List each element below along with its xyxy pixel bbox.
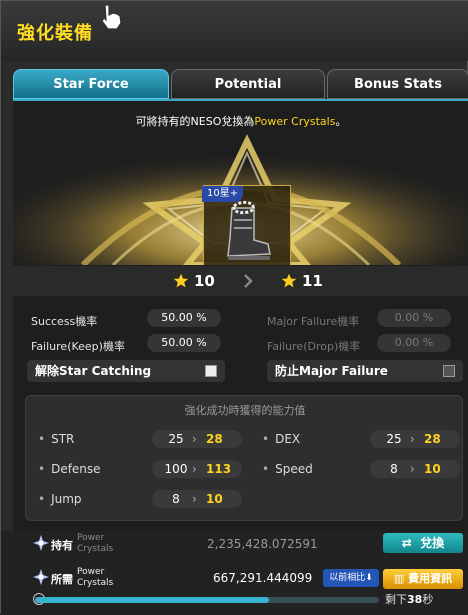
stat-value-defense: 100 › 113 — [152, 460, 242, 478]
exchange-notice: 可將持有的NESO兌換為Power Crystals。 — [135, 115, 347, 128]
stat-value-dex: 25 › 28 — [370, 430, 460, 448]
tab-bar: Star Force Potential Bonus Stats — [13, 69, 468, 99]
required-value: 667,291.444099 — [213, 571, 313, 585]
tab-star-force[interactable]: Star Force — [13, 69, 169, 99]
tab-potential[interactable]: Potential — [171, 69, 325, 99]
owned-unit-line2: Crystals — [77, 544, 114, 554]
time-remaining: 剩下38秒 — [385, 593, 434, 606]
chart-icon: ▥ — [393, 572, 409, 585]
stat-name-dex: DEX — [262, 432, 300, 446]
window-title: 強化裝備 — [17, 23, 93, 44]
owned-unit-line1: Power — [77, 533, 105, 543]
swap-icon: ⇄ — [401, 536, 421, 550]
star-catch-checkbox[interactable] — [205, 365, 217, 377]
stat-value-str: 25 › 28 — [152, 430, 242, 448]
crystal-icon — [33, 535, 49, 551]
prevent-major-failure-checkbox[interactable] — [443, 365, 455, 377]
chevron-right-icon — [244, 274, 253, 288]
exchange-button[interactable]: ⇄ 兌換 — [383, 533, 463, 553]
required-unit-line2: Crystals — [77, 578, 114, 588]
failure-keep-rate-value: 50.00 % — [147, 334, 221, 352]
enhance-window: 強化裝備 Star Force Potential Bonus Stats 可將… — [0, 0, 468, 615]
stat-name-speed: Speed — [262, 462, 313, 476]
hand-cursor-icon — [101, 4, 122, 30]
star-emblem-area: 10星+ — [13, 131, 468, 265]
time-progress-fill — [35, 597, 269, 603]
required-label: 所需 — [51, 573, 73, 586]
fee-info-button[interactable]: ▥ 費用資訊 — [383, 569, 463, 589]
crystal-icon — [33, 569, 49, 585]
stat-value-speed: 8 › 10 — [370, 460, 460, 478]
required-crystals-row: 所需 Power Crystals 667,291.444099 以前相比⬇ ▥… — [1, 563, 468, 591]
failure-drop-rate-value: 0.00 % — [377, 334, 451, 352]
success-rate-label: Success機率 — [31, 315, 98, 328]
compare-previous-button[interactable]: 以前相比⬇ — [323, 569, 379, 587]
required-unit-line1: Power — [77, 567, 105, 577]
star-force-panel: 可將持有的NESO兌換為Power Crystals。 10星+ 10 11 S… — [13, 101, 468, 531]
success-rate-value: 50.00 % — [147, 309, 221, 327]
prevent-major-failure-toggle[interactable]: 防止Major Failure — [267, 360, 463, 382]
prevent-major-failure-label: 防止Major Failure — [275, 364, 388, 378]
stat-gain-panel: 強化成功時獲得的能力值 STR 25›28 DEX 25›28 Defense … — [25, 395, 463, 521]
stat-name-jump: Jump — [38, 492, 81, 506]
star-catch-toggle[interactable]: 解除Star Catching — [27, 360, 225, 382]
stat-gain-header: 強化成功時獲得的能力值 — [184, 404, 306, 417]
arrow-down-icon: ⬇ — [365, 573, 373, 583]
owned-label: 持有 — [51, 539, 73, 552]
star-icon — [281, 273, 297, 288]
star-catch-label: 解除Star Catching — [35, 364, 152, 378]
major-failure-rate-label: Major Failure機率 — [267, 315, 360, 328]
title-bar[interactable]: 強化裝備 — [1, 1, 468, 61]
owned-crystals-row: 持有 Power Crystals 2,235,428.072591 ⇄ 兌換 — [1, 531, 468, 559]
star-level-badge: 10星+ — [202, 186, 244, 202]
failure-keep-rate-label: Failure(Keep)機率 — [31, 340, 125, 353]
star-icon — [173, 273, 189, 288]
next-star-count: 11 — [302, 272, 323, 290]
time-progress-bar — [35, 597, 379, 603]
failure-drop-rate-label: Failure(Drop)機率 — [267, 340, 361, 353]
stat-name-str: STR — [38, 432, 74, 446]
major-failure-rate-value: 0.00 % — [377, 309, 451, 327]
stat-name-defense: Defense — [38, 462, 100, 476]
star-level-row: 10 11 — [13, 266, 468, 296]
owned-value: 2,235,428.072591 — [207, 537, 318, 551]
tab-bonus-stats[interactable]: Bonus Stats — [327, 69, 468, 99]
current-star-count: 10 — [194, 272, 215, 290]
item-slot[interactable]: 10星+ — [202, 185, 291, 265]
stat-value-jump: 8 › 10 — [152, 490, 242, 508]
